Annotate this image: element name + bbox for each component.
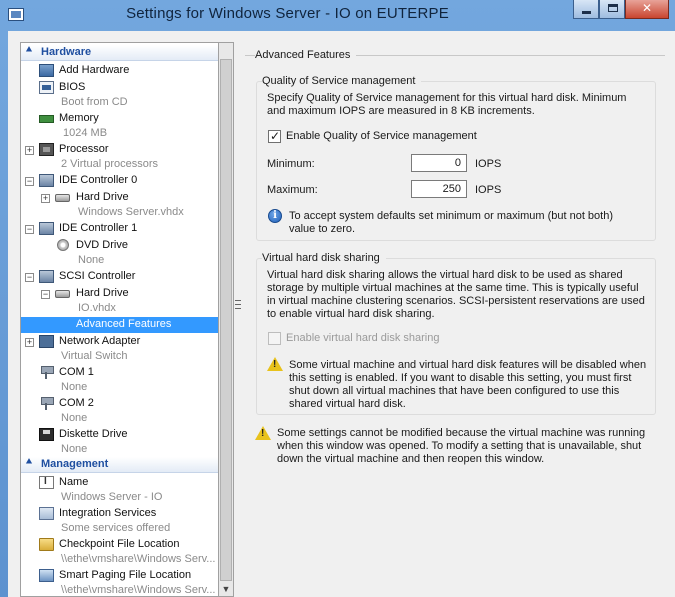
panel-title: Advanced Features [255,49,357,61]
minimize-button[interactable] [573,0,599,19]
window-title: Settings for Windows Server - IO on EUTE… [126,5,449,22]
network-adapter-icon [39,335,54,348]
maximize-icon [608,4,618,12]
tree-item-processor[interactable]: + Processor [21,142,218,158]
qos-info-text: To accept system defaults set minimum or… [289,210,614,235]
title-bar[interactable]: Settings for Windows Server - IO on EUTE… [0,0,675,30]
tree-item-com-1[interactable]: COM 1 [21,365,218,381]
tree-item-ide-controller-1[interactable]: − IDE Controller 1 [21,221,218,237]
hardware-tree: ⯅ Hardware Add Hardware BIOS Boot from C… [20,42,219,597]
hard-drive-icon [55,290,70,298]
warning-icon: ! [267,357,283,371]
settings-window: Settings for Windows Server - IO on EUTE… [0,0,675,597]
collapse-icon[interactable]: − [41,290,50,299]
bios-icon [39,81,54,94]
qos-description: Specify Quality of Service management fo… [267,92,627,117]
dvd-drive-icon [57,239,69,251]
qos-group-title: Quality of Service management [262,75,422,87]
tree-item-memory[interactable]: Memory [21,111,218,127]
tree-item-add-hardware[interactable]: Add Hardware [21,63,218,79]
minimum-unit-label: IOPS [475,158,502,170]
collapse-icon[interactable]: − [25,225,34,234]
tree-item-network-adapter[interactable]: + Network Adapter [21,334,218,350]
info-icon: i [268,209,282,223]
enable-sharing-label: Enable virtual hard disk sharing [286,332,440,344]
smart-paging-icon [39,569,54,582]
tree-item-hard-drive-scsi[interactable]: − Hard Drive [21,286,218,302]
memory-icon [39,115,54,123]
collapse-icon[interactable]: − [25,177,34,186]
collapse-chevron-icon: ⯅ [25,45,33,56]
scsi-controller-icon [39,270,54,283]
window-controls: ✕ [573,0,669,19]
pane-splitter[interactable] [234,42,241,597]
tree-item-smart-paging-file-location[interactable]: Smart Paging File Location [21,568,218,584]
close-button[interactable]: ✕ [625,0,669,19]
tree-item-scsi-controller[interactable]: − SCSI Controller [21,269,218,285]
name-icon [39,476,54,489]
management-section-header[interactable]: ⯅ Management [21,457,218,473]
maximize-button[interactable] [599,0,625,19]
tree-scrollbar[interactable]: ▼ [219,42,234,597]
expand-icon[interactable]: + [41,194,50,203]
minimum-label: Minimum: [267,158,315,170]
tree-item-integration-services[interactable]: Integration Services [21,506,218,522]
scroll-down-arrow-icon[interactable]: ▼ [221,584,231,594]
checkpoint-folder-icon [39,538,54,551]
add-hardware-icon [39,64,54,77]
sharing-warning-text: Some virtual machine and virtual hard di… [289,359,647,410]
diskette-drive-icon [39,428,54,441]
advanced-features-panel: Advanced Features Quality of Service man… [241,42,675,597]
maximum-iops-input[interactable]: 250 [411,180,467,198]
integration-services-icon [39,507,54,520]
expand-icon[interactable]: + [25,146,34,155]
ide-controller-icon [39,222,54,235]
tree-item-hard-drive-ide[interactable]: + Hard Drive [21,190,218,206]
tree-item-dvd-drive[interactable]: DVD Drive [21,238,218,254]
tree-scrollbar-thumb[interactable] [220,59,232,581]
warning-icon: ! [255,426,271,440]
maximum-unit-label: IOPS [475,184,502,196]
com-port-icon [39,366,54,379]
minimum-iops-input[interactable]: 0 [411,154,467,172]
running-vm-warning-text: Some settings cannot be modified because… [277,427,646,465]
sharing-group-title: Virtual hard disk sharing [262,252,386,264]
maximum-label: Maximum: [267,184,318,196]
collapse-chevron-icon: ⯅ [25,457,33,468]
ide-controller-icon [39,174,54,187]
hard-drive-icon [55,194,70,202]
close-icon: ✕ [641,1,653,15]
enable-qos-checkbox[interactable] [268,129,281,143]
tree-item-name[interactable]: Name [21,475,218,491]
expand-icon[interactable]: + [25,338,34,347]
hardware-section-header[interactable]: ⯅ Hardware [21,45,218,61]
tree-item-ide-controller-0[interactable]: − IDE Controller 0 [21,173,218,189]
tree-item-bios[interactable]: BIOS [21,80,218,96]
enable-sharing-checkbox[interactable] [268,332,281,345]
tree-item-advanced-features[interactable]: Advanced Features [21,317,218,333]
sharing-description: Virtual hard disk sharing allows the vir… [267,269,645,320]
collapse-icon[interactable]: − [25,273,34,282]
com-port-icon [39,397,54,410]
processor-icon [39,143,54,156]
tree-item-com-2[interactable]: COM 2 [21,396,218,412]
settings-client-area: ⯅ Hardware Add Hardware BIOS Boot from C… [8,31,675,597]
tree-item-checkpoint-file-location[interactable]: Checkpoint File Location [21,537,218,553]
tree-item-diskette-drive[interactable]: Diskette Drive [21,427,218,443]
minimize-icon [582,11,591,14]
enable-qos-label: Enable Quality of Service management [286,130,477,142]
